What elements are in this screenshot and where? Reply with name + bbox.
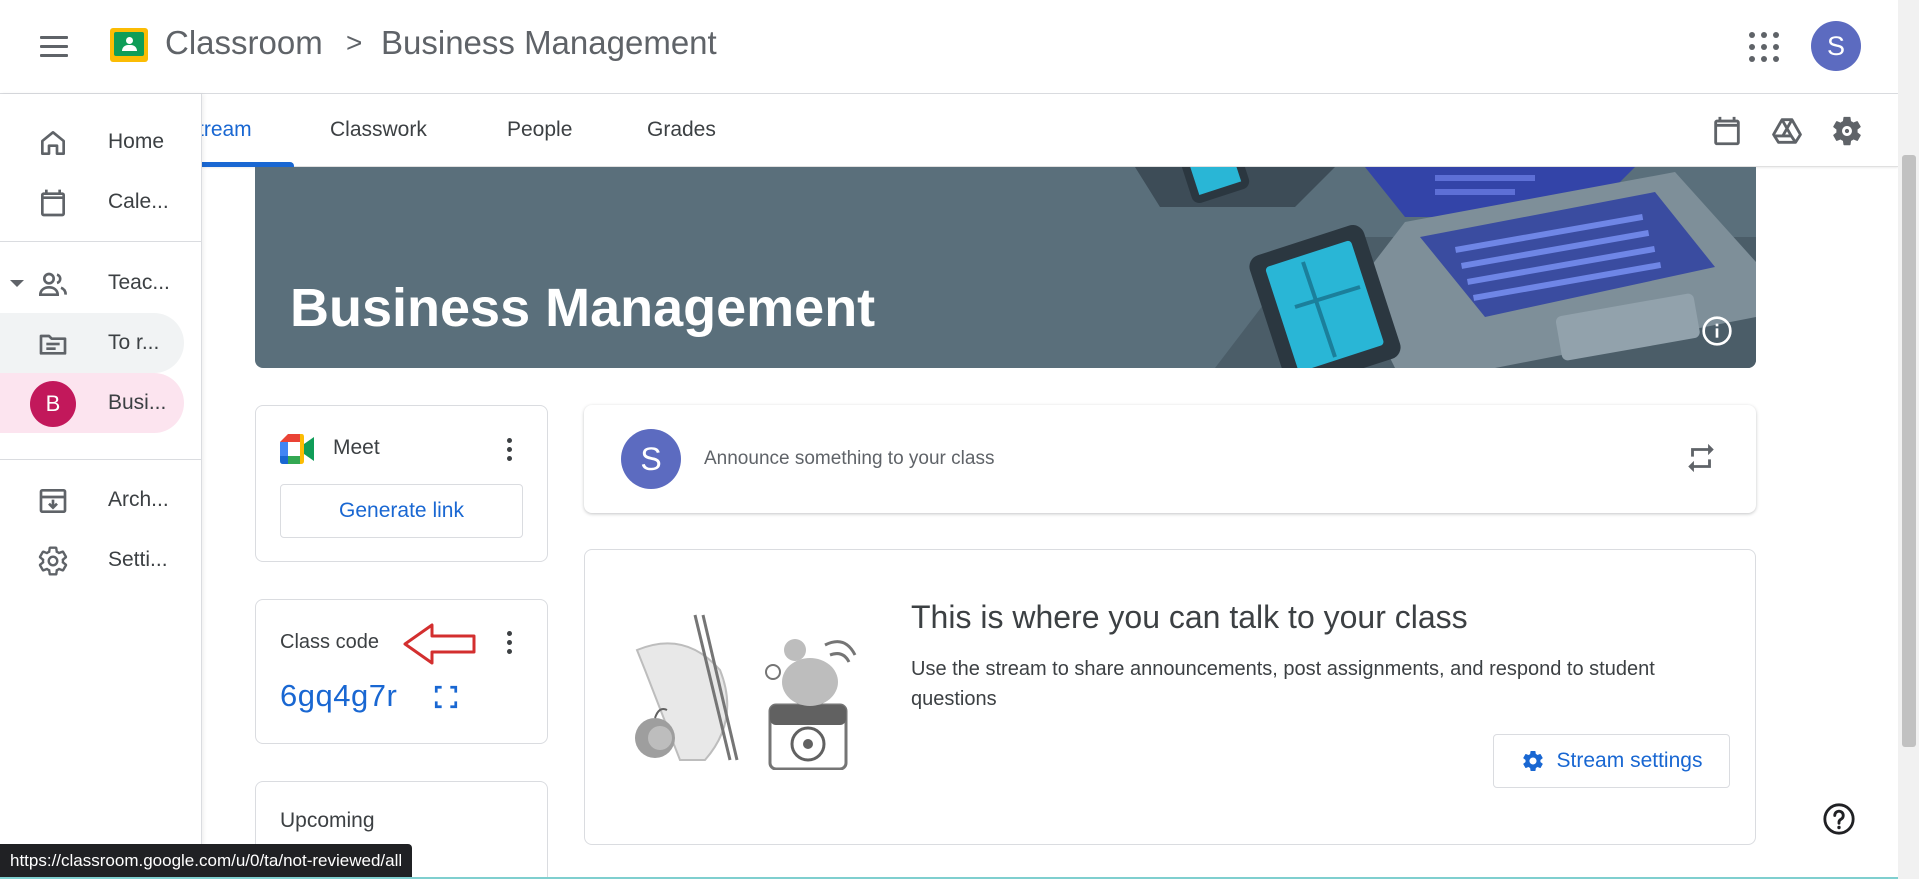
tab-stream[interactable]: tream [198, 118, 252, 142]
class-code-value[interactable]: 6gq4g7r [280, 678, 397, 714]
google-apps-icon[interactable] [1749, 32, 1779, 62]
annotation-arrow-icon [403, 623, 476, 665]
breadcrumb-class[interactable]: Business Management [381, 24, 717, 62]
class-code-more-options-icon[interactable] [499, 625, 519, 659]
page-scrollbar-thumb[interactable] [1902, 155, 1916, 747]
empty-state-title: This is where you can talk to your class [911, 599, 1468, 635]
sidebar-item-label: Teac... [108, 271, 170, 294]
sidebar-item-archived[interactable]: Arch... [0, 470, 184, 530]
account-avatar[interactable]: S [1811, 21, 1861, 71]
sidebar-item-label: To r... [108, 331, 160, 354]
info-icon[interactable] [1701, 315, 1733, 347]
sidebar-item-label: Home [108, 130, 165, 153]
sidebar-divider [0, 241, 202, 242]
meet-more-options-icon[interactable] [499, 432, 519, 466]
sidebar-item-home[interactable]: Home [0, 112, 184, 172]
tab-classwork[interactable]: Classwork [330, 118, 427, 142]
sidebar-item-teaching[interactable]: Teac... [0, 253, 184, 313]
class-avatar: B [30, 381, 76, 427]
classroom-logo[interactable] [110, 28, 148, 62]
folder-icon [39, 334, 67, 355]
top-app-bar: Classroom > Business Management S [0, 0, 1898, 94]
sidebar-item-settings[interactable]: Setti... [0, 530, 184, 590]
stream-empty-state-card: This is where you can talk to your class… [584, 549, 1756, 845]
sidebar-item-to-review[interactable]: To r... [0, 313, 184, 373]
stream-settings-button[interactable]: Stream settings [1493, 734, 1730, 788]
meet-card: Meet Generate link [255, 405, 548, 562]
help-icon[interactable] [1822, 802, 1856, 836]
empty-state-description: Use the stream to share announcements, p… [911, 658, 1655, 710]
google-meet-icon [280, 434, 314, 464]
link-preview-status: https://classroom.google.com/u/0/ta/not-… [0, 844, 413, 877]
generate-link-button[interactable]: Generate link [280, 484, 523, 538]
reuse-post-icon[interactable] [1684, 441, 1718, 475]
gear-icon [1522, 751, 1543, 772]
class-settings-icon[interactable] [1830, 114, 1864, 148]
sidebar-item-calendar[interactable]: Cale... [0, 172, 184, 232]
sidebar-item-label: Setti... [108, 548, 168, 571]
gear-icon [38, 546, 68, 576]
stream-empty-illustration [635, 614, 857, 770]
tab-grades[interactable]: Grades [647, 118, 716, 142]
drive-icon[interactable] [1770, 114, 1804, 148]
class-code-card: Class code 6gq4g7r [255, 599, 548, 744]
calendar-icon[interactable] [1710, 114, 1744, 148]
banner-title: Business Management [290, 278, 876, 338]
sidebar-item-label: Busi... [108, 391, 167, 414]
announce-placeholder[interactable]: Announce something to your class [704, 448, 994, 470]
class-banner: Business Management [255, 167, 1756, 368]
chevron-down-icon[interactable] [10, 280, 24, 287]
calendar-icon [41, 189, 65, 217]
class-tab-bar: tream Classwork People Grades [0, 94, 1898, 167]
sidebar-divider [0, 459, 202, 460]
sidebar-item-label: Arch... [108, 488, 169, 511]
sidebar-item-label: Cale... [108, 190, 169, 213]
tab-people[interactable]: People [507, 118, 572, 142]
breadcrumb-app[interactable]: Classroom [165, 24, 323, 62]
upcoming-label: Upcoming [280, 809, 375, 832]
archive-icon [39, 489, 67, 513]
class-code-label: Class code [280, 631, 379, 653]
breadcrumb-separator-icon: > [346, 27, 363, 58]
fullscreen-icon[interactable] [433, 684, 459, 710]
meet-label: Meet [333, 436, 380, 459]
announce-box[interactable]: S Announce something to your class [584, 405, 1756, 513]
stream-settings-label: Stream settings [1556, 749, 1703, 772]
sidebar-item-business-management[interactable]: B Busi... [0, 373, 184, 433]
main-menu-icon[interactable] [34, 30, 74, 64]
home-icon [41, 131, 65, 155]
navigation-drawer: Home Cale... Teac... To r... B Busi... A… [0, 94, 202, 879]
announce-avatar: S [621, 429, 681, 489]
people-icon [38, 272, 67, 296]
